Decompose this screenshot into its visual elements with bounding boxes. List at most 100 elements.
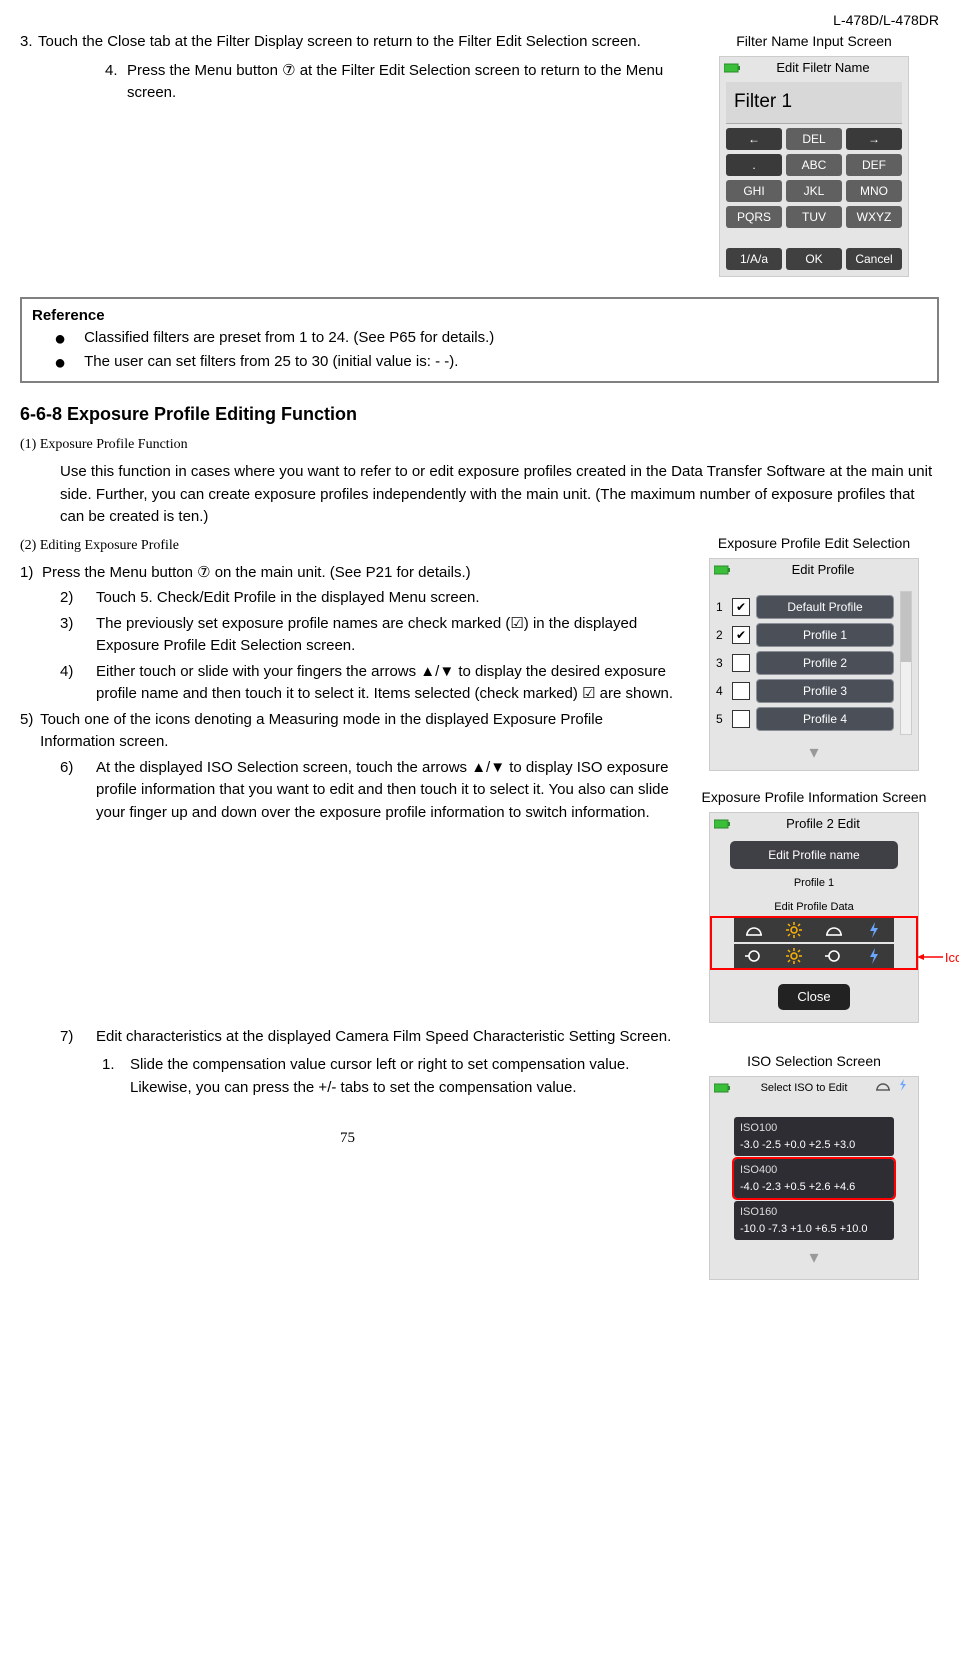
info-data-label: Edit Profile Data bbox=[710, 899, 918, 916]
profile-row[interactable]: 1✔Default Profile bbox=[716, 595, 894, 619]
key-wxyz[interactable]: WXYZ bbox=[846, 206, 902, 228]
key-tuv[interactable]: TUV bbox=[786, 206, 842, 228]
battery-icon bbox=[714, 565, 732, 575]
key-del[interactable]: DEL bbox=[786, 128, 842, 150]
filter-name-input-screen: Edit Filetr Name Filter 1 ← DEL → . ABC … bbox=[719, 56, 909, 277]
profile-label[interactable]: Profile 4 bbox=[756, 707, 894, 731]
profile-screen-title: Edit Profile bbox=[732, 560, 914, 580]
profile-checkbox[interactable] bbox=[732, 682, 750, 700]
mode-icon-dome-flash[interactable] bbox=[814, 918, 854, 942]
profile-checkbox[interactable]: ✔ bbox=[732, 626, 750, 644]
iso-item-name: ISO400 bbox=[740, 1162, 888, 1179]
iso-caption: ISO Selection Screen bbox=[747, 1051, 881, 1072]
step2-7-1-number: 1. bbox=[102, 1054, 130, 1099]
iso-item-values: -3.0 -2.5 +0.0 +2.5 +3.0 bbox=[740, 1137, 888, 1154]
iso-item[interactable]: ISO400-4.0 -2.3 +0.5 +2.6 +4.6 bbox=[734, 1159, 894, 1198]
step2-5-text: Touch one of the icons denoting a Measur… bbox=[40, 709, 675, 754]
step2-7-number: 7) bbox=[60, 1026, 96, 1049]
key-ok[interactable]: OK bbox=[786, 248, 842, 270]
step2-3-number: 3) bbox=[60, 613, 96, 658]
profile-row-number: 3 bbox=[716, 654, 730, 672]
profile-checkbox[interactable] bbox=[732, 710, 750, 728]
filter-screen-title: Edit Filetr Name bbox=[742, 58, 904, 78]
step4-number: 4. bbox=[105, 60, 127, 105]
bolt-icon bbox=[898, 1079, 908, 1097]
iso-selection-screen: Select ISO to Edit ISO100-3.0 -2.5 +0.0 … bbox=[709, 1076, 919, 1280]
profile-label[interactable]: Default Profile bbox=[756, 595, 894, 619]
battery-icon bbox=[714, 819, 732, 829]
battery-icon bbox=[714, 1083, 732, 1093]
subsection-2-title: (2) Editing Exposure Profile bbox=[20, 535, 675, 556]
step2-6-number: 6) bbox=[60, 757, 96, 825]
mode-icon-reflected-ambient[interactable] bbox=[734, 944, 774, 968]
profile-row-number: 5 bbox=[716, 710, 730, 728]
filter-name-field[interactable]: Filter 1 bbox=[726, 82, 902, 124]
subsection-1-body: Use this function in cases where you wan… bbox=[60, 461, 939, 529]
chevron-down-icon[interactable]: ▾ bbox=[710, 1244, 918, 1271]
key-ghi[interactable]: GHI bbox=[726, 180, 782, 202]
mode-icon-sun-2[interactable] bbox=[774, 944, 814, 968]
key-dot[interactable]: . bbox=[726, 154, 782, 176]
exposure-profile-edit-selection-screen: Edit Profile 1✔Default Profile2✔Profile … bbox=[709, 558, 919, 771]
mode-icon-reflected-flash[interactable] bbox=[814, 944, 854, 968]
reference-item-2: The user can set filters from 25 to 30 (… bbox=[84, 351, 458, 375]
iso-item-name: ISO100 bbox=[740, 1120, 888, 1137]
profile-row[interactable]: 5 Profile 4 bbox=[716, 707, 894, 731]
edit-profile-name-button[interactable]: Edit Profile name bbox=[730, 841, 898, 869]
step2-2-number: 2) bbox=[60, 587, 96, 610]
key-mode-toggle[interactable]: 1/A/a bbox=[726, 248, 782, 270]
step3-number: 3. bbox=[20, 31, 38, 54]
profile-label[interactable]: Profile 3 bbox=[756, 679, 894, 703]
profile-label[interactable]: Profile 2 bbox=[756, 651, 894, 675]
profile-label[interactable]: Profile 1 bbox=[756, 623, 894, 647]
reference-box: Reference ● Classified filters are preset… bbox=[20, 297, 939, 384]
chevron-down-icon[interactable]: ▾ bbox=[710, 739, 918, 766]
step4-text: Press the Menu button ⑦ at the Filter Ed… bbox=[127, 60, 675, 105]
mode-icon-sun[interactable] bbox=[774, 918, 814, 942]
step2-7-1-text: Slide the compensation value cursor left… bbox=[130, 1054, 675, 1099]
key-jkl[interactable]: JKL bbox=[786, 180, 842, 202]
key-mno[interactable]: MNO bbox=[846, 180, 902, 202]
step2-4-text: Either touch or slide with your fingers … bbox=[96, 661, 675, 706]
info-screen-caption: Exposure Profile Information Screen bbox=[702, 787, 927, 808]
key-left-arrow[interactable]: ← bbox=[726, 128, 782, 150]
info-profile-sub: Profile 1 bbox=[710, 875, 918, 892]
iso-item[interactable]: ISO160-10.0 -7.3 +1.0 +6.5 +10.0 bbox=[734, 1201, 894, 1240]
key-cancel[interactable]: Cancel bbox=[846, 248, 902, 270]
reference-item-1: Classified filters are preset from 1 to … bbox=[84, 327, 494, 351]
profile-row[interactable]: 2✔Profile 1 bbox=[716, 623, 894, 647]
close-button[interactable]: Close bbox=[778, 984, 850, 1010]
key-right-arrow[interactable]: → bbox=[846, 128, 902, 150]
iso-screen-title: Select ISO to Edit bbox=[732, 1080, 876, 1097]
step2-3-text: The previously set exposure profile name… bbox=[96, 613, 675, 658]
key-def[interactable]: DEF bbox=[846, 154, 902, 176]
mode-icon-bolt-2[interactable] bbox=[854, 944, 894, 968]
key-pqrs[interactable]: PQRS bbox=[726, 206, 782, 228]
profile-row[interactable]: 3 Profile 2 bbox=[716, 651, 894, 675]
info-screen-title: Profile 2 Edit bbox=[732, 814, 914, 834]
subsection-1-title: (1) Exposure Profile Function bbox=[20, 434, 939, 455]
key-abc[interactable]: ABC bbox=[786, 154, 842, 176]
iso-item-values: -4.0 -2.3 +0.5 +2.6 +4.6 bbox=[740, 1179, 888, 1196]
step2-4-number: 4) bbox=[60, 661, 96, 706]
step2-2-text: Touch 5. Check/Edit Profile in the displ… bbox=[96, 587, 480, 610]
reference-title: Reference bbox=[32, 305, 927, 328]
dome-icon bbox=[876, 1080, 890, 1097]
filter-caption: Filter Name Input Screen bbox=[736, 31, 892, 52]
edit-selection-caption: Exposure Profile Edit Selection bbox=[718, 533, 910, 554]
iso-item-name: ISO160 bbox=[740, 1204, 888, 1221]
mode-icon-dome-ambient[interactable] bbox=[734, 918, 774, 942]
profile-checkbox[interactable] bbox=[732, 654, 750, 672]
profile-row-number: 4 bbox=[716, 682, 730, 700]
section-heading: 6-6-8 Exposure Profile Editing Function bbox=[20, 401, 939, 428]
step2-1-text: Press the Menu button ⑦ on the main unit… bbox=[42, 562, 471, 585]
step3-text: Touch the Close tab at the Filter Displa… bbox=[38, 31, 675, 54]
bullet-icon: ● bbox=[54, 327, 66, 351]
iso-item[interactable]: ISO100-3.0 -2.5 +0.0 +2.5 +3.0 bbox=[734, 1117, 894, 1156]
model-label: L-478D/L-478DR bbox=[20, 10, 939, 31]
iso-item-values: -10.0 -7.3 +1.0 +6.5 +10.0 bbox=[740, 1221, 888, 1238]
mode-icon-bolt[interactable] bbox=[854, 918, 894, 942]
profile-row[interactable]: 4 Profile 3 bbox=[716, 679, 894, 703]
exposure-profile-info-screen: Profile 2 Edit Edit Profile name Profile… bbox=[709, 812, 919, 1023]
profile-checkbox[interactable]: ✔ bbox=[732, 598, 750, 616]
